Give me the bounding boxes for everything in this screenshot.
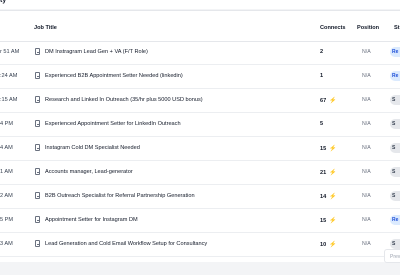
table-row[interactable]: :15 AM Research and Linked In Outreach (3… (0, 89, 400, 113)
position-value: N/A (362, 97, 371, 103)
document-icon (35, 120, 40, 127)
table-row[interactable]: 2 AM B2B Outreach Specialist for Referral… (0, 185, 400, 209)
column-header-position: Position (357, 25, 380, 31)
status-badge: S (390, 119, 400, 129)
position-value: N/A (362, 121, 371, 127)
connects-cell: 14 ⚡ (320, 193, 337, 200)
boost-bolt-icon: ⚡ (329, 218, 337, 224)
position-value: N/A (362, 73, 371, 79)
boost-bolt-icon: ⚡ (329, 170, 337, 176)
position-value: N/A (362, 193, 371, 199)
row-time: r 51 AM (0, 49, 20, 55)
position-value: N/A (362, 217, 371, 223)
position-value: N/A (362, 145, 371, 151)
job-title-link[interactable]: Appointment Setter for Instagram DM (45, 217, 138, 223)
document-icon (35, 240, 40, 247)
connects-value: 1 (320, 73, 324, 79)
connects-value: 67 (320, 98, 327, 104)
status-badge: S (390, 95, 400, 105)
row-time: 4 PM (0, 121, 14, 127)
document-icon (35, 72, 40, 79)
page-title: ty (0, 0, 7, 4)
column-header-status: St (394, 25, 400, 31)
connects-cell: 67 ⚡ (320, 97, 337, 104)
connects-value: 5 (320, 121, 324, 127)
job-title-link[interactable]: Lead Generation and Cold Email Workflow … (45, 241, 207, 247)
boost-bolt-icon: ⚡ (329, 242, 337, 248)
status-badge: S (390, 239, 400, 249)
connects-cell: 15 ⚡ (320, 145, 337, 152)
table-row[interactable]: r 51 AM DM Instragram Lead Gen + VA (F/T … (0, 41, 400, 65)
connects-cell: 2 (320, 49, 323, 55)
connects-value: 10 (320, 242, 327, 248)
applications-table: Job Title Connects Position St r 51 AM DM… (0, 10, 400, 267)
row-time: :15 AM (0, 97, 18, 103)
row-time: 3 AM (0, 241, 13, 247)
row-time: :24 AM (0, 73, 18, 79)
boost-bolt-icon: ⚡ (329, 194, 337, 200)
status-badge: Re (390, 47, 400, 57)
status-badge: Re (390, 215, 400, 225)
row-time: 2 AM (0, 193, 13, 199)
document-icon (35, 168, 40, 175)
job-title-link[interactable]: Instagram Cold DM Specialist Needed (45, 145, 140, 151)
boost-bolt-icon: ⚡ (329, 98, 337, 104)
document-icon (35, 192, 40, 199)
connects-cell: 10 ⚡ (320, 241, 337, 248)
document-icon (35, 144, 40, 151)
table-row[interactable]: 1 AM Accounts manager, Lead-generator 21 ⚡ N… (0, 161, 400, 185)
connects-value: 21 (320, 170, 327, 176)
table-row[interactable]: 4 AM Instagram Cold DM Specialist Needed 1… (0, 137, 400, 161)
row-time: 4 AM (0, 145, 13, 151)
row-time: 1 AM (0, 169, 13, 175)
connects-cell: 15 ⚡ (320, 217, 337, 224)
job-title-link[interactable]: B2B Outreach Specialist for Referral Par… (45, 193, 195, 199)
row-time: 5 PM (0, 217, 14, 223)
job-title-link[interactable]: DM Instragram Lead Gen + VA (F/T Role) (45, 49, 148, 55)
column-header-job-title: Job Title (34, 25, 57, 31)
connects-value: 15 (320, 146, 327, 152)
status-badge: S (390, 167, 400, 177)
document-icon (35, 48, 40, 55)
document-icon (35, 216, 40, 223)
connects-cell: 1 (320, 73, 323, 79)
status-badge: S (390, 191, 400, 201)
table-row[interactable]: 4 PM Experienced Appointment Setter for L… (0, 113, 400, 137)
connects-value: 15 (320, 218, 327, 224)
job-title-link[interactable]: Research and Linked In Outreach (35/hr p… (45, 97, 203, 103)
job-title-link[interactable]: Experienced B2B Appointment Setter Neede… (45, 73, 183, 79)
column-header-connects: Connects (320, 25, 346, 31)
connects-value: 14 (320, 194, 327, 200)
page-header: ty (0, 0, 400, 9)
position-value: N/A (362, 241, 371, 247)
table-row[interactable]: :24 AM Experienced B2B Appointment Setter… (0, 65, 400, 89)
connects-cell: 5 (320, 121, 323, 127)
status-badge: Re (390, 71, 400, 81)
job-title-link[interactable]: Experienced Appointment Setter for Linke… (45, 121, 181, 127)
pagination-prev-button[interactable]: Prev (384, 249, 400, 263)
job-title-link[interactable]: Accounts manager, Lead-generator (45, 169, 133, 175)
connects-cell: 21 ⚡ (320, 169, 337, 176)
table-row[interactable]: 3 AM Lead Generation and Cold Email Workf… (0, 233, 400, 257)
table-header: Job Title Connects Position St (0, 11, 400, 42)
status-badge: S (390, 143, 400, 153)
footer-area (0, 262, 400, 275)
table-row[interactable]: 5 PM Appointment Setter for Instagram DM 1… (0, 209, 400, 233)
connects-value: 2 (320, 49, 324, 55)
position-value: N/A (362, 49, 371, 55)
document-icon (35, 96, 40, 103)
boost-bolt-icon: ⚡ (329, 146, 337, 152)
position-value: N/A (362, 169, 371, 175)
